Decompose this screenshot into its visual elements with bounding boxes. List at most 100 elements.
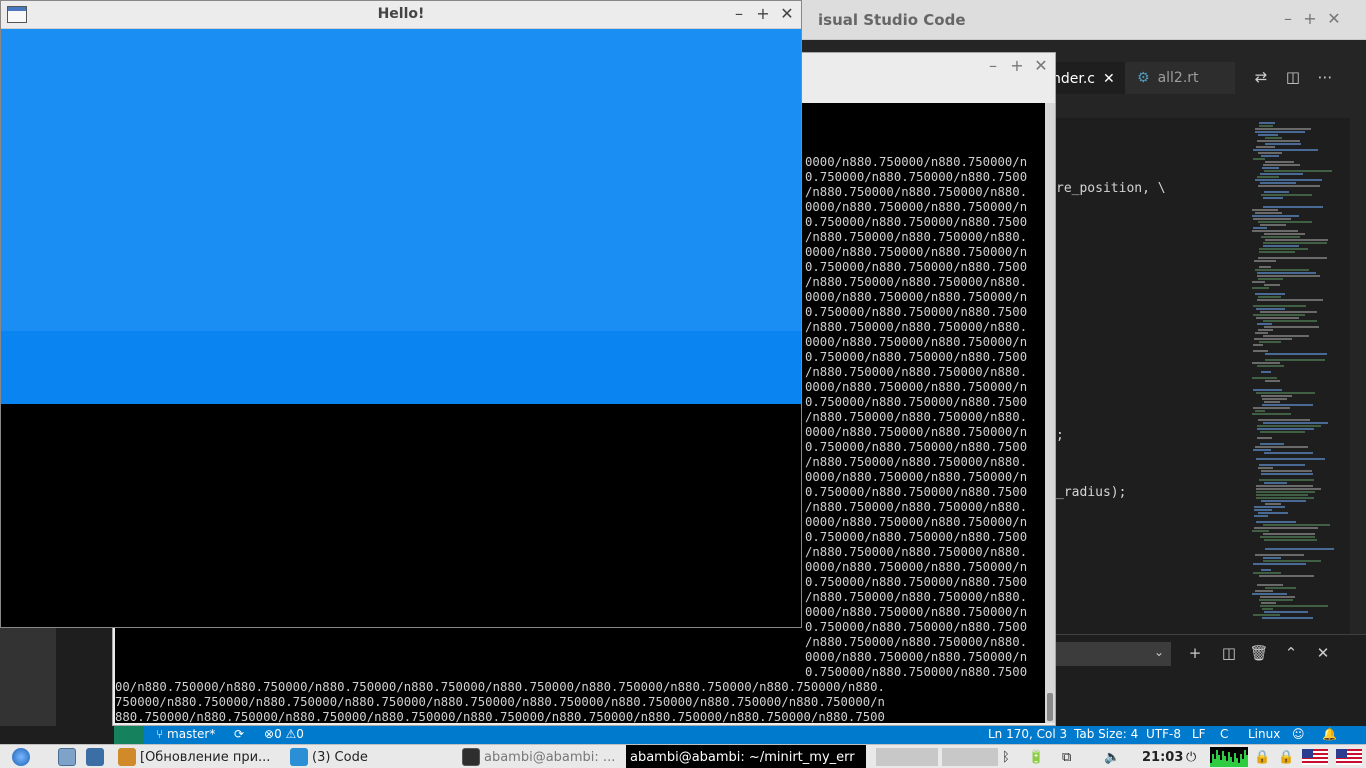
us-flag-icon[interactable] <box>1302 749 1328 765</box>
terminal-line: 0000/n880.750000/n880.750000/n <box>805 290 1028 304</box>
bluetooth-icon[interactable]: ᛒ <box>1002 745 1010 768</box>
terminal-line: /n880.750000/n880.750000/n880. <box>805 500 1028 514</box>
lock-icon[interactable]: 🔒 <box>1254 745 1270 768</box>
minimap-line <box>1259 599 1293 601</box>
clock[interactable]: 21:03 <box>1142 745 1183 768</box>
render-sky-upper <box>1 29 801 331</box>
close-icon[interactable]: ✕ <box>777 4 797 24</box>
minimap-line <box>1262 167 1279 169</box>
sync-icon[interactable]: ⟳ <box>234 727 244 741</box>
package-icon <box>118 748 136 766</box>
git-branch[interactable]: ⑂ master* <box>156 727 215 741</box>
terminal-select[interactable]: ⌄ <box>1055 642 1171 666</box>
minimap-line <box>1258 221 1312 223</box>
minimap-line <box>1254 506 1285 508</box>
minimize-icon[interactable]: – <box>729 4 749 24</box>
add-terminal-icon[interactable]: + <box>1184 642 1206 664</box>
maximize-icon[interactable]: + <box>1007 56 1027 76</box>
split-terminal-icon[interactable]: ◫ <box>1218 642 1240 664</box>
remote-indicator[interactable] <box>114 726 144 744</box>
encoding[interactable]: UTF-8 <box>1146 727 1181 741</box>
minimap-line <box>1265 143 1301 145</box>
terminal-line: /n880.750000/n880.750000/n880. <box>805 185 1028 199</box>
taskbar-item-code[interactable]: (3) Code <box>290 745 460 768</box>
minimap-line <box>1253 344 1263 346</box>
maximize-icon[interactable]: + <box>753 4 773 24</box>
start-menu-icon[interactable] <box>12 745 30 768</box>
terminal-line: 750000/n880.750000/n880.750000/n880.7500… <box>115 695 885 709</box>
terminal-line: 0000/n880.750000/n880.750000/n <box>805 200 1028 214</box>
terminal-line: 0.750000/n880.750000/n880.7500 <box>805 170 1028 184</box>
more-actions-icon[interactable]: ⋯ <box>1314 66 1336 88</box>
minimize-icon[interactable]: – <box>1278 9 1298 29</box>
minimap-line <box>1259 341 1281 343</box>
power-icon[interactable]: ⏻ <box>1186 745 1196 768</box>
show-desktop-icon[interactable] <box>58 745 76 768</box>
line-ending[interactable]: LF <box>1192 727 1206 741</box>
close-icon[interactable]: ✕ <box>1324 9 1344 29</box>
minimap-line <box>1255 554 1304 556</box>
minimap-line <box>1261 470 1312 472</box>
minimap-line <box>1256 392 1315 394</box>
battery-icon[interactable]: 🔋 <box>1028 745 1044 768</box>
minimap-line <box>1265 359 1325 361</box>
lock-icon[interactable]: 🔒 <box>1278 745 1294 768</box>
speaker-icon[interactable]: 🔈 <box>1104 745 1120 768</box>
minimap-line <box>1265 380 1280 382</box>
cpu-monitor[interactable] <box>1210 747 1248 767</box>
minimap-line <box>1262 617 1313 619</box>
us-flag-icon[interactable] <box>1336 749 1362 765</box>
bell-icon[interactable]: 🔔 <box>1322 727 1337 741</box>
problems-indicator[interactable]: ⊗0 ⚠0 <box>264 727 304 741</box>
terminal-scrollbar[interactable] <box>1045 103 1055 723</box>
minimap-line <box>1256 146 1275 148</box>
terminal-scroll-thumb[interactable] <box>1047 693 1053 721</box>
minimap-line <box>1255 446 1308 448</box>
chevron-up-icon[interactable]: ⌃ <box>1280 642 1302 664</box>
minimap-line <box>1263 422 1328 424</box>
trash-icon[interactable]: 🗑 <box>1248 642 1270 664</box>
minimap-line <box>1258 278 1283 280</box>
tab-size[interactable]: Tab Size: 4 <box>1074 727 1138 741</box>
tab-close-icon[interactable]: ✕ <box>1103 71 1115 87</box>
minimap-line <box>1260 596 1295 598</box>
minimap-line <box>1263 557 1281 559</box>
terminal-line: /n880.750000/n880.750000/n880. <box>805 410 1028 424</box>
split-editor-icon[interactable]: ◫ <box>1282 66 1304 88</box>
editor-scrollbar[interactable] <box>1350 118 1366 634</box>
display-icon[interactable]: ⧉ <box>1062 745 1071 768</box>
minimap-line <box>1253 407 1290 409</box>
minimap-line <box>1253 314 1305 316</box>
minimap-line <box>1252 362 1280 364</box>
minimize-icon[interactable]: – <box>983 56 1003 76</box>
taskbar-item-terminal[interactable]: abambi@abambi: ... <box>462 745 626 768</box>
minimap-line <box>1257 272 1316 274</box>
terminal-line: 0.750000/n880.750000/n880.7500 <box>805 215 1028 229</box>
minimap-line <box>1264 191 1289 193</box>
language-mode[interactable]: C <box>1220 727 1228 741</box>
platform[interactable]: Linux <box>1248 727 1280 741</box>
taskbar-item-active-terminal[interactable]: abambi@abambi: ~/minirt_my_err <box>626 745 866 768</box>
tray-placeholder <box>942 748 998 766</box>
minimap-line <box>1259 122 1275 124</box>
cursor-position[interactable]: Ln 170, Col 3 <box>988 727 1067 741</box>
tab-all2-rt[interactable]: ⚙ all2.rt <box>1125 62 1235 94</box>
minimap-line <box>1262 404 1313 406</box>
minimap-line <box>1252 377 1277 379</box>
minimap[interactable] <box>1246 118 1350 634</box>
tab-label: all2.rt <box>1157 70 1199 86</box>
terminal-line: 0000/n880.750000/n880.750000/n <box>805 470 1028 484</box>
minimap-line <box>1254 527 1318 529</box>
terminal-line: 0.750000/n880.750000/n880.7500 <box>805 620 1028 634</box>
close-panel-icon[interactable]: ✕ <box>1312 642 1334 664</box>
network-icon[interactable] <box>86 745 104 768</box>
minimap-line <box>1253 305 1306 307</box>
close-icon[interactable]: ✕ <box>1031 56 1051 76</box>
minimap-line <box>1260 431 1305 433</box>
minimap-line <box>1263 524 1330 526</box>
taskbar: [Обновление при... (3) Code abambi@abamb… <box>0 744 1366 768</box>
source-control-diff-icon[interactable]: ⇄ <box>1250 66 1272 88</box>
feedback-icon[interactable]: ☺ <box>1292 727 1305 741</box>
taskbar-item-updater[interactable]: [Обновление при... <box>118 745 288 768</box>
maximize-icon[interactable]: + <box>1300 9 1320 29</box>
